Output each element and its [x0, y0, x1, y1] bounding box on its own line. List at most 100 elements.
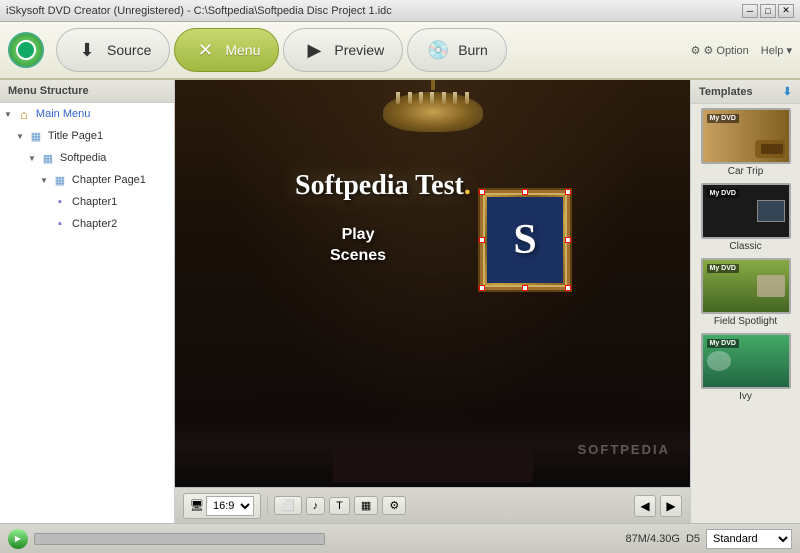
resize-handle-lm[interactable]: [479, 237, 485, 243]
template-thumb-ivy: My DVD: [701, 333, 791, 389]
chapters-button[interactable]: ▦: [354, 496, 378, 515]
resize-handle-tm[interactable]: [522, 189, 528, 195]
disc-label: D5: [686, 533, 700, 545]
home-icon: ⌂: [16, 106, 32, 122]
next-arrow-button[interactable]: ▶: [660, 495, 682, 517]
close-button[interactable]: ✕: [778, 4, 794, 18]
maximize-button[interactable]: □: [760, 4, 776, 18]
help-label: Help ▾: [761, 44, 792, 57]
preview-area[interactable]: Softpedia Test. PlayScenes S: [175, 80, 690, 487]
picture-frame[interactable]: S: [480, 190, 570, 290]
resize-handle-br[interactable]: [565, 285, 571, 291]
audio-icon: ♪: [313, 500, 319, 512]
chandelier-drop: [465, 92, 469, 104]
template-thumb-field: My DVD: [701, 258, 791, 314]
minimize-button[interactable]: ─: [742, 4, 758, 18]
chapters-icon: ▦: [361, 499, 371, 512]
chandelier-drop: [442, 92, 446, 104]
tmpl-label-mydvd4: My DVD: [707, 339, 739, 348]
left-panel: Menu Structure ▼ ⌂ Main Menu ▼ ▦ Title P…: [0, 80, 175, 523]
titlebar: iSkysoft DVD Creator (Unregistered) - C:…: [0, 0, 800, 22]
text-button[interactable]: T: [329, 497, 350, 515]
chapter1-icon: ▪: [52, 194, 68, 210]
chandelier-body: [383, 92, 483, 132]
chandelier-drop: [430, 92, 434, 104]
tree-label-chapter2: Chapter2: [72, 218, 170, 230]
source-tab-label: Source: [107, 42, 151, 58]
titlebar-title: iSkysoft DVD Creator (Unregistered) - C:…: [6, 5, 392, 17]
tree-item-chapter-page1[interactable]: ▼ ▦ Chapter Page1: [36, 169, 174, 191]
tree-item-chapter1[interactable]: ▪ Chapter1: [48, 191, 174, 213]
subtitle-icon: ⬜: [281, 499, 295, 512]
statusbar: ▶ 87M/4.30G D5 Standard High Quality Bes…: [0, 523, 800, 553]
template-item-ivy[interactable]: My DVD Ivy: [695, 333, 796, 402]
resize-handle-tr[interactable]: [565, 189, 571, 195]
quality-select[interactable]: Standard High Quality Best Quality: [706, 529, 792, 549]
expand-arrow-chapter-page1: ▼: [40, 176, 48, 185]
settings-button[interactable]: ⚙: [382, 496, 406, 515]
template-label-field: Field Spotlight: [714, 316, 777, 327]
templates-header-label: Templates: [699, 86, 753, 98]
monitor-icon: 🖥: [190, 499, 204, 512]
resize-handle-rm[interactable]: [565, 237, 571, 243]
chandelier-decoration: [373, 90, 493, 150]
option-button[interactable]: ⚙ ⚙ Option: [691, 44, 749, 57]
aspect-ratio-selector[interactable]: 🖥 16:9 4:3: [183, 493, 261, 519]
template-preview-ivy: My DVD: [703, 335, 789, 387]
resize-handle-bl[interactable]: [479, 285, 485, 291]
tree-label-chapter1: Chapter1: [72, 196, 170, 208]
film-icon-chapter-page1: ▦: [52, 172, 68, 188]
expand-arrow-softpedia: ▼: [28, 154, 36, 163]
template-item-cartrip[interactable]: My DVD Car Trip: [695, 108, 796, 177]
template-preview-field: My DVD: [703, 260, 789, 312]
settings-icon: ⚙: [389, 499, 399, 512]
menu-tab[interactable]: ✕ Menu: [174, 28, 279, 72]
chandelier-stem: [431, 80, 435, 90]
logo-inner: [16, 40, 36, 60]
menu-icon: ✕: [193, 38, 217, 62]
burn-tab[interactable]: 💿 Burn: [407, 28, 507, 72]
resize-handle-tl[interactable]: [479, 189, 485, 195]
template-item-field[interactable]: My DVD Field Spotlight: [695, 258, 796, 327]
status-play-icon: ▶: [15, 534, 21, 543]
couch-silhouette: [333, 442, 533, 482]
template-label-classic: Classic: [729, 241, 761, 252]
template-item-classic[interactable]: My DVD Classic: [695, 183, 796, 252]
menu-title: Softpedia Test.: [295, 170, 471, 202]
toolbar: ⬇ Source ✕ Menu ▶ Preview 💿 Burn ⚙ ⚙ Opt…: [0, 22, 800, 80]
ratio-select[interactable]: 16:9 4:3: [206, 496, 254, 516]
subtitle-button[interactable]: ⬜: [274, 496, 302, 515]
chandelier-drop: [419, 92, 423, 104]
template-preview-classic: My DVD: [703, 185, 789, 237]
template-preview-cartrip: My DVD: [703, 110, 789, 162]
preview-icon: ▶: [302, 38, 326, 62]
templates-list: My DVD Car Trip My DVD Classic: [691, 104, 800, 523]
resize-handle-bm[interactable]: [522, 285, 528, 291]
tree-item-softpedia[interactable]: ▼ ▦ Softpedia: [24, 147, 174, 169]
burn-tab-label: Burn: [458, 42, 488, 58]
prev-arrow-button[interactable]: ◀: [634, 495, 656, 517]
right-panel: Templates ⬇ My DVD Car Trip M: [690, 80, 800, 523]
center-area: Softpedia Test. PlayScenes S: [175, 80, 690, 523]
templates-header: Templates ⬇: [691, 80, 800, 104]
option-icon: ⚙: [691, 44, 701, 57]
film-icon-softpedia: ▦: [40, 150, 56, 166]
tree-item-chapter2[interactable]: ▪ Chapter2: [48, 213, 174, 235]
help-button[interactable]: Help ▾: [761, 44, 792, 57]
menu-title-text: Softpedia Test: [295, 170, 464, 201]
tree-item-title-page1[interactable]: ▼ ▦ Title Page1: [12, 125, 174, 147]
expand-arrow: ▼: [4, 110, 12, 119]
chandelier-drops: [383, 92, 483, 104]
tree-item-main-menu[interactable]: ▼ ⌂ Main Menu: [0, 103, 174, 125]
template-label-cartrip: Car Trip: [728, 166, 764, 177]
chapter2-icon: ▪: [52, 216, 68, 232]
dvd-menu-background: Softpedia Test. PlayScenes S: [175, 80, 690, 487]
progress-bar: [34, 533, 325, 545]
tree-label-chapter-page1: Chapter Page1: [72, 174, 170, 186]
source-tab[interactable]: ⬇ Source: [56, 28, 170, 72]
right-scrollbar[interactable]: [786, 80, 800, 499]
softpedia-watermark: SOFTPEDIA: [578, 442, 670, 457]
film-icon-title: ▦: [28, 128, 44, 144]
preview-tab[interactable]: ▶ Preview: [283, 28, 403, 72]
audio-button[interactable]: ♪: [306, 497, 326, 515]
